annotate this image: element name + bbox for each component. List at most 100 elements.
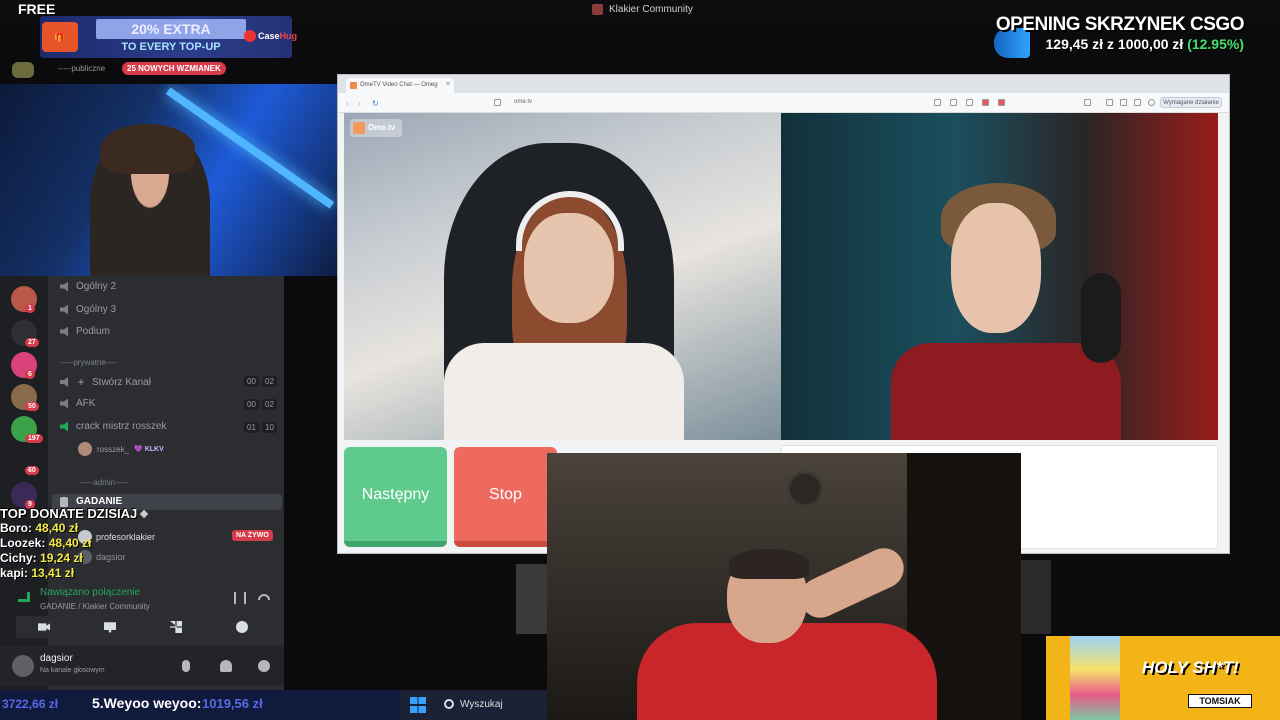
extension-icon[interactable] xyxy=(998,99,1005,106)
channel-ogolny-2[interactable]: Ogólny 2 xyxy=(60,281,116,292)
tab-title: OmeTV Video Chat — Omeg xyxy=(360,82,438,88)
top-donate-overlay: TOP DONATE DZISIAJ Boro: 48,40 zł Loozek… xyxy=(0,506,170,581)
category-public: -----publiczne xyxy=(58,64,106,73)
server-mention-badge: 1 xyxy=(25,304,35,313)
channel-label: crack mistrz rosszek xyxy=(76,421,167,432)
windows-start-icon[interactable] xyxy=(410,697,426,713)
new-mentions-badge[interactable]: 25 NOWYCH WZMIANEK xyxy=(122,62,226,75)
ometv-favicon xyxy=(350,82,357,89)
speaker-icon xyxy=(60,421,68,432)
taskbar-search[interactable]: Wyszukaj xyxy=(460,699,503,710)
stranger-shirt xyxy=(444,343,684,440)
donor-name: Cichy: xyxy=(0,551,37,565)
profile-icon[interactable] xyxy=(1134,99,1141,106)
csgo-goal-overlay: OPENING SKRZYNEK CSGO 129,45 zł z 1000,0… xyxy=(996,14,1245,52)
soundboard-button[interactable] xyxy=(214,616,270,638)
donor-amount: 13,41 zł xyxy=(31,566,75,580)
connection-sub: GADANIE / Klakier Community xyxy=(40,602,150,611)
ad-name: TOMSIAK xyxy=(1188,694,1252,708)
ticker-amount: 1019,56 zł xyxy=(202,696,263,711)
shield-icon[interactable] xyxy=(1148,99,1155,106)
member-tag-text: KLKV xyxy=(144,446,164,453)
share-icon[interactable] xyxy=(966,99,973,106)
channel-ogolny-3[interactable]: Ogólny 3 xyxy=(60,304,116,315)
server-mention-badge: 50 xyxy=(25,402,39,411)
bookmark-icon[interactable] xyxy=(494,99,501,106)
channel-label: Podium xyxy=(76,326,110,337)
avatar xyxy=(78,442,92,456)
gift-icon: 🎁 xyxy=(42,22,78,52)
csgo-goal: 1000,00 zł xyxy=(1117,36,1184,52)
forward-icon[interactable]: › xyxy=(358,99,361,108)
channel-label: Ogólny 2 xyxy=(76,281,117,292)
noise-suppression-icon[interactable] xyxy=(234,592,246,604)
back-icon[interactable]: ‹ xyxy=(346,99,349,108)
tab-bar: OmeTV Video Chat — Omeg × xyxy=(338,75,1229,93)
afk-count-a: 00 xyxy=(244,399,259,410)
crack-count-a: 01 xyxy=(244,422,259,433)
microphone xyxy=(1081,273,1121,363)
csgo-current: 129,45 zł xyxy=(1045,36,1104,52)
channel-create[interactable]: + Stwórz Kanał xyxy=(60,375,151,389)
collections-icon[interactable] xyxy=(1120,99,1127,106)
user-status: Na kanale głosowym xyxy=(40,667,105,674)
channel-afk[interactable]: AFK xyxy=(60,398,95,409)
url-field[interactable]: ome.tv xyxy=(514,99,532,105)
speaker-icon xyxy=(60,398,68,409)
host-webcam xyxy=(547,453,1021,720)
pencil-icon xyxy=(140,509,149,518)
wall-clock xyxy=(787,471,823,507)
donor-name: Boro: xyxy=(0,521,32,535)
headphones-icon[interactable] xyxy=(220,660,232,672)
stranger-video: Ome.tv xyxy=(344,113,781,440)
promo-extra: 20% EXTRA xyxy=(96,19,246,39)
window-title: Klakier Community xyxy=(592,4,693,15)
promo-banner[interactable]: 🎁 20% EXTRA TO EVERY TOP-UP CaseHug xyxy=(40,16,297,58)
user-name[interactable]: dagsior xyxy=(40,653,73,664)
server-icon[interactable] xyxy=(12,62,34,78)
disconnect-icon[interactable] xyxy=(258,594,270,600)
channel-podium[interactable]: Podium xyxy=(60,326,110,337)
ad-title: HOLY SH*T! xyxy=(1142,658,1239,677)
translate-icon[interactable] xyxy=(934,99,941,106)
connection-title[interactable]: Nawiązano połączenie xyxy=(40,587,140,598)
ticker-entry: 5.Weyoo weyoo: xyxy=(92,695,202,711)
stop-button[interactable]: Stop xyxy=(454,447,557,547)
avatar[interactable] xyxy=(12,655,34,677)
donate-title: TOP DONATE DZISIAJ xyxy=(0,506,170,521)
camera-off-icon xyxy=(38,623,50,631)
sidebar-icon[interactable] xyxy=(1084,99,1091,106)
csgo-progress: 129,45 zł z 1000,00 zł (12.95%) xyxy=(996,36,1244,52)
mic-icon[interactable] xyxy=(182,660,190,672)
speaker-icon xyxy=(60,377,68,387)
donate-title-text: TOP DONATE DZISIAJ xyxy=(0,506,138,521)
gear-icon[interactable] xyxy=(258,660,270,672)
category-admin[interactable]: -----admin----- xyxy=(80,478,128,487)
screenshot-icon[interactable] xyxy=(950,99,957,106)
signal-icon xyxy=(18,592,30,602)
action-required-button[interactable]: Wymagane działanie xyxy=(1160,97,1222,108)
app-icon xyxy=(592,4,603,15)
camera-off-button[interactable] xyxy=(16,616,72,638)
streamer-webcam xyxy=(0,84,345,276)
stage-icon xyxy=(60,326,68,337)
user-panel: dagsior Na kanale głosowym xyxy=(0,646,284,686)
category-private[interactable]: -----prywatne---- xyxy=(60,358,116,367)
close-tab-icon[interactable]: × xyxy=(446,81,450,88)
donate-row: Cichy: 19,24 zł xyxy=(0,551,170,566)
speaker-icon xyxy=(60,304,68,315)
member-tag: 💜 KLKV xyxy=(134,446,164,453)
activities-button[interactable] xyxy=(148,616,204,638)
channel-crack[interactable]: crack mistrz rosszek xyxy=(60,421,167,432)
tab-ometv[interactable]: OmeTV Video Chat — Omeg × xyxy=(346,78,454,93)
extension-icon[interactable] xyxy=(982,99,989,106)
reload-icon[interactable]: ↻ xyxy=(372,99,379,108)
voice-member-rosszek[interactable]: rosszek_ 💜 KLKV xyxy=(78,442,164,456)
tabs-icon[interactable] xyxy=(1106,99,1113,106)
background-window xyxy=(1021,560,1051,634)
screen-share-button[interactable] xyxy=(82,616,138,638)
next-button[interactable]: Następny xyxy=(344,447,447,547)
crack-count-b: 10 xyxy=(262,422,277,433)
screen: FREE Klakier Community 🎁 20% EXTRA TO EV… xyxy=(0,0,1280,720)
search-icon[interactable] xyxy=(444,699,454,709)
